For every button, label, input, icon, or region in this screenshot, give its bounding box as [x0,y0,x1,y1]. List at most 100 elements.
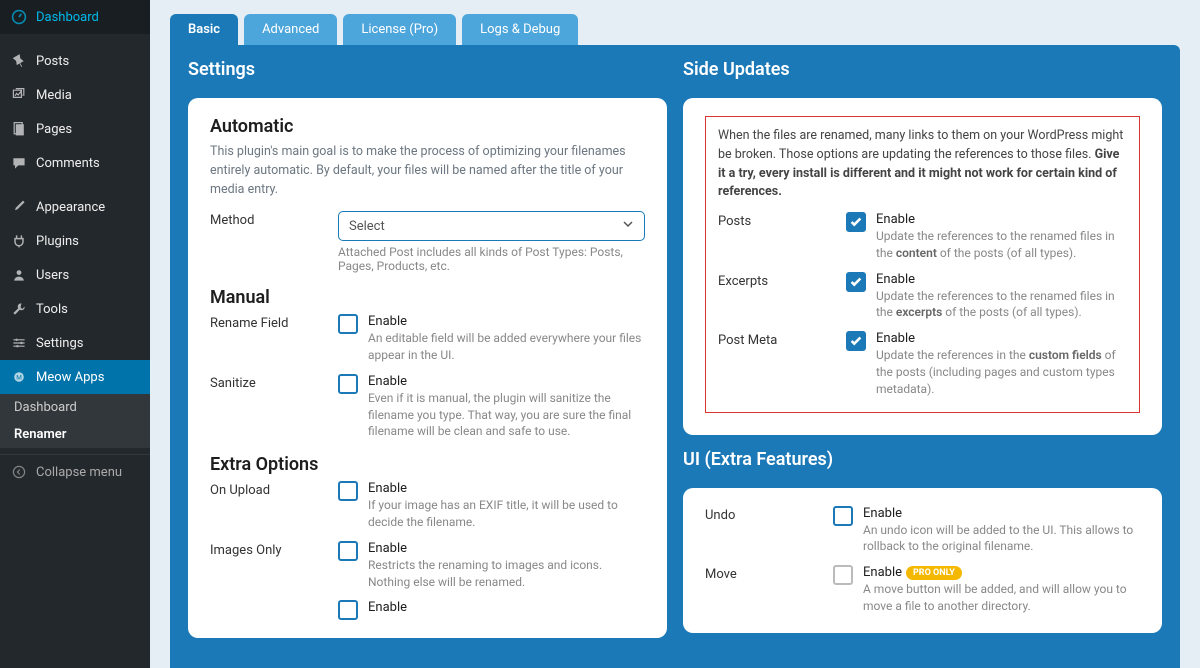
undo-sub: An undo icon will be added to the UI. Th… [863,522,1140,556]
automatic-description: This plugin's main goal is to make the p… [210,143,645,199]
select-value: Select [349,219,385,234]
sidebar-item-label: Appearance [36,200,105,215]
sidebar-item-label: Posts [36,54,69,69]
collapse-icon [10,463,28,481]
postmeta-checkbox[interactable] [846,331,866,351]
ui-features-heading: UI (Extra Features) [683,449,1162,470]
method-select[interactable]: Select [338,211,645,241]
excerpts-sub: Update the references to the renamed fil… [876,288,1127,322]
move-sub: A move button will be added, and will al… [863,581,1140,615]
on-upload-title: Enable [368,481,645,496]
rename-field-label: Rename Field [210,314,338,364]
sidebar-item-comments[interactable]: Comments [0,146,150,180]
tab-advanced[interactable]: Advanced [244,14,337,45]
undo-title: Enable [863,506,1140,521]
undo-label: Undo [705,506,833,556]
move-checkbox[interactable] [833,565,853,585]
sidebar-item-label: Settings [36,336,83,351]
plug-icon [10,232,28,250]
ui-features-card: Undo Enable An undo icon will be added t… [683,488,1162,633]
automatic-heading: Automatic [210,116,645,137]
cut-label [210,600,338,620]
sidebar-item-label: Media [36,88,72,103]
postmeta-title: Enable [876,331,1127,346]
images-only-label: Images Only [210,541,338,591]
sidebar-item-label: Pages [36,122,72,137]
sidebar-item-label: Tools [36,302,68,317]
sidebar-item-label: Dashboard [36,10,99,25]
media-icon [10,86,28,104]
images-only-checkbox[interactable] [338,541,358,561]
side-updates-notice: When the files are renamed, many links t… [718,127,1127,202]
on-upload-sub: If your image has an EXIF title, it will… [368,497,645,531]
rename-field-checkbox[interactable] [338,314,358,334]
pages-icon [10,120,28,138]
sanitize-title: Enable [368,374,645,389]
move-title: EnablePRO ONLY [863,565,1140,580]
submenu-item-dashboard[interactable]: Dashboard [0,394,150,421]
posts-sub: Update the references to the renamed fil… [876,228,1127,262]
settings-heading: Settings [188,59,667,80]
brush-icon [10,198,28,216]
admin-sidebar: Dashboard Posts Media Pages Comments App… [0,0,150,668]
sidebar-item-plugins[interactable]: Plugins [0,224,150,258]
posts-checkbox[interactable] [846,212,866,232]
pin-icon [10,52,28,70]
settings-card: Automatic This plugin's main goal is to … [188,98,667,638]
sidebar-item-media[interactable]: Media [0,78,150,112]
tab-bar: Basic Advanced License (Pro) Logs & Debu… [170,14,1180,45]
highlight-box: When the files are renamed, many links t… [705,116,1140,413]
cut-checkbox[interactable] [338,600,358,620]
rename-field-sub: An editable field will be added everywhe… [368,330,645,364]
excerpts-title: Enable [876,272,1127,287]
extra-options-heading: Extra Options [210,454,645,475]
sidebar-item-label: Plugins [36,234,79,249]
cut-title: Enable [368,600,645,615]
method-hint: Attached Post includes all kinds of Post… [338,245,645,273]
excerpts-label: Excerpts [718,272,846,322]
user-icon [10,266,28,284]
images-only-sub: Restricts the renaming to images and ico… [368,557,645,591]
submenu-item-renamer[interactable]: Renamer [0,421,150,448]
dashboard-icon [10,8,28,26]
sanitize-checkbox[interactable] [338,374,358,394]
sidebar-item-tools[interactable]: Tools [0,292,150,326]
main-content: Basic Advanced License (Pro) Logs & Debu… [150,0,1200,668]
images-only-title: Enable [368,541,645,556]
move-label: Move [705,565,833,615]
chevron-down-icon [622,218,634,234]
excerpts-checkbox[interactable] [846,272,866,292]
method-label: Method [210,211,338,273]
sidebar-item-users[interactable]: Users [0,258,150,292]
sidebar-item-appearance[interactable]: Appearance [0,190,150,224]
collapse-label: Collapse menu [36,465,122,480]
manual-heading: Manual [210,287,645,308]
posts-label: Posts [718,212,846,262]
sidebar-item-settings[interactable]: Settings [0,326,150,360]
sidebar-item-label: Comments [36,156,100,171]
on-upload-label: On Upload [210,481,338,531]
on-upload-checkbox[interactable] [338,481,358,501]
sidebar-item-label: Users [36,268,69,283]
side-updates-heading: Side Updates [683,59,1162,80]
pro-badge: PRO ONLY [906,566,962,580]
sidebar-item-label: Meow Apps [36,370,104,385]
sanitize-sub: Even if it is manual, the plugin will sa… [368,390,645,440]
comment-icon [10,154,28,172]
posts-title: Enable [876,212,1127,227]
tab-logs[interactable]: Logs & Debug [462,14,578,45]
side-updates-card: When the files are renamed, many links t… [683,98,1162,435]
tab-license[interactable]: License (Pro) [343,14,456,45]
collapse-menu-button[interactable]: Collapse menu [0,454,150,489]
sanitize-label: Sanitize [210,374,338,440]
sidebar-item-posts[interactable]: Posts [0,44,150,78]
wrench-icon [10,300,28,318]
tab-basic[interactable]: Basic [170,14,238,45]
meow-icon: M [10,368,28,386]
sidebar-item-pages[interactable]: Pages [0,112,150,146]
sidebar-item-dashboard[interactable]: Dashboard [0,0,150,34]
postmeta-label: Post Meta [718,331,846,397]
svg-text:M: M [16,373,22,381]
sidebar-item-meow-apps[interactable]: M Meow Apps [0,360,150,394]
postmeta-sub: Update the references in the custom fiel… [876,347,1127,397]
